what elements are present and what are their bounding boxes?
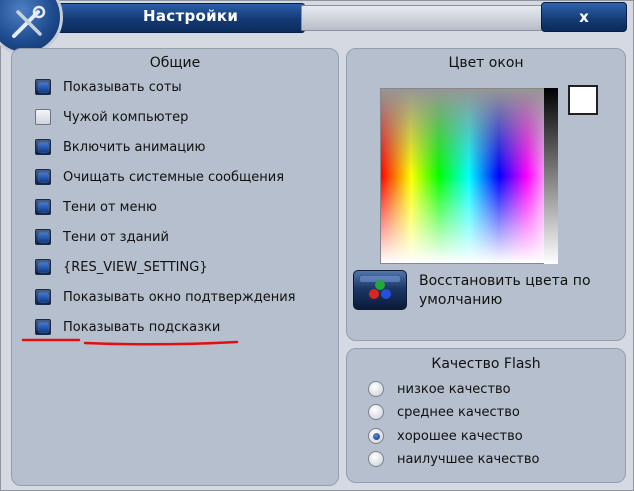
flash-quality-option[interactable]: среднее качество — [368, 402, 520, 422]
option-checkbox[interactable] — [35, 319, 51, 335]
general-panel-title: Общие — [149, 55, 201, 71]
general-option-row[interactable]: {RES_VIEW_SETTING} — [35, 257, 208, 277]
flash-quality-option[interactable]: хорошее качество — [368, 426, 523, 446]
option-label: Показывать подсказки — [63, 319, 221, 335]
option-label: Тени от меню — [63, 199, 157, 215]
option-label: {RES_VIEW_SETTING} — [63, 259, 208, 275]
option-checkbox[interactable] — [35, 139, 51, 155]
quality-radio[interactable] — [368, 381, 384, 397]
grayscale-strip[interactable] — [544, 88, 558, 264]
option-checkbox[interactable] — [35, 79, 51, 95]
flash-quality-option[interactable]: низкое качество — [368, 379, 511, 399]
rgb-dots-icon — [360, 276, 400, 299]
option-checkbox[interactable] — [35, 259, 51, 275]
general-option-row[interactable]: Включить анимацию — [35, 137, 205, 157]
option-label: Тени от зданий — [63, 229, 169, 245]
general-option-row[interactable]: Тени от меню — [35, 197, 157, 217]
window-title: Настройки — [143, 7, 239, 25]
general-option-row[interactable]: Показывать окно подтверждения — [35, 287, 296, 307]
selected-color-swatch[interactable] — [568, 85, 598, 115]
quality-radio[interactable] — [368, 428, 384, 444]
quality-label: хорошее качество — [397, 428, 523, 444]
option-label: Включить анимацию — [63, 139, 206, 155]
title-bar-strip — [301, 5, 543, 31]
quality-label: низкое качество — [397, 381, 511, 397]
option-checkbox[interactable] — [35, 109, 51, 125]
general-option-row[interactable]: Показывать подсказки — [35, 317, 220, 337]
option-checkbox[interactable] — [35, 169, 51, 185]
restore-colors-button[interactable] — [353, 270, 407, 310]
flash-quality-title: Качество Flash — [431, 356, 541, 372]
window-color-title: Цвет окон — [448, 55, 524, 71]
quality-label: среднее качество — [397, 404, 520, 420]
quality-radio[interactable] — [368, 404, 384, 420]
option-label: Показывать соты — [63, 79, 182, 95]
restore-colors-label[interactable]: Восстановить цвета по умолчанию — [419, 272, 629, 310]
option-label: Очищать системные сообщения — [63, 169, 285, 185]
general-option-row[interactable]: Чужой компьютер — [35, 107, 188, 127]
option-label: Показывать окно подтверждения — [63, 289, 296, 305]
general-option-row[interactable]: Тени от зданий — [35, 227, 169, 247]
option-checkbox[interactable] — [35, 199, 51, 215]
close-button[interactable]: x — [541, 2, 627, 32]
general-option-row[interactable]: Очищать системные сообщения — [35, 167, 284, 187]
option-checkbox[interactable] — [35, 289, 51, 305]
option-label: Чужой компьютер — [63, 109, 189, 125]
quality-radio[interactable] — [368, 451, 384, 467]
color-palette[interactable] — [380, 88, 558, 264]
quality-label: наилучшее качество — [397, 451, 540, 467]
red-underline-annotation — [21, 338, 239, 346]
general-option-row[interactable]: Показывать соты — [35, 77, 182, 97]
flash-quality-option[interactable]: наилучшее качество — [368, 449, 539, 469]
option-checkbox[interactable] — [35, 229, 51, 245]
tools-logo-icon — [0, 0, 63, 55]
settings-window: Настройки x Общие Показывать соты Чужой к… — [0, 0, 634, 491]
